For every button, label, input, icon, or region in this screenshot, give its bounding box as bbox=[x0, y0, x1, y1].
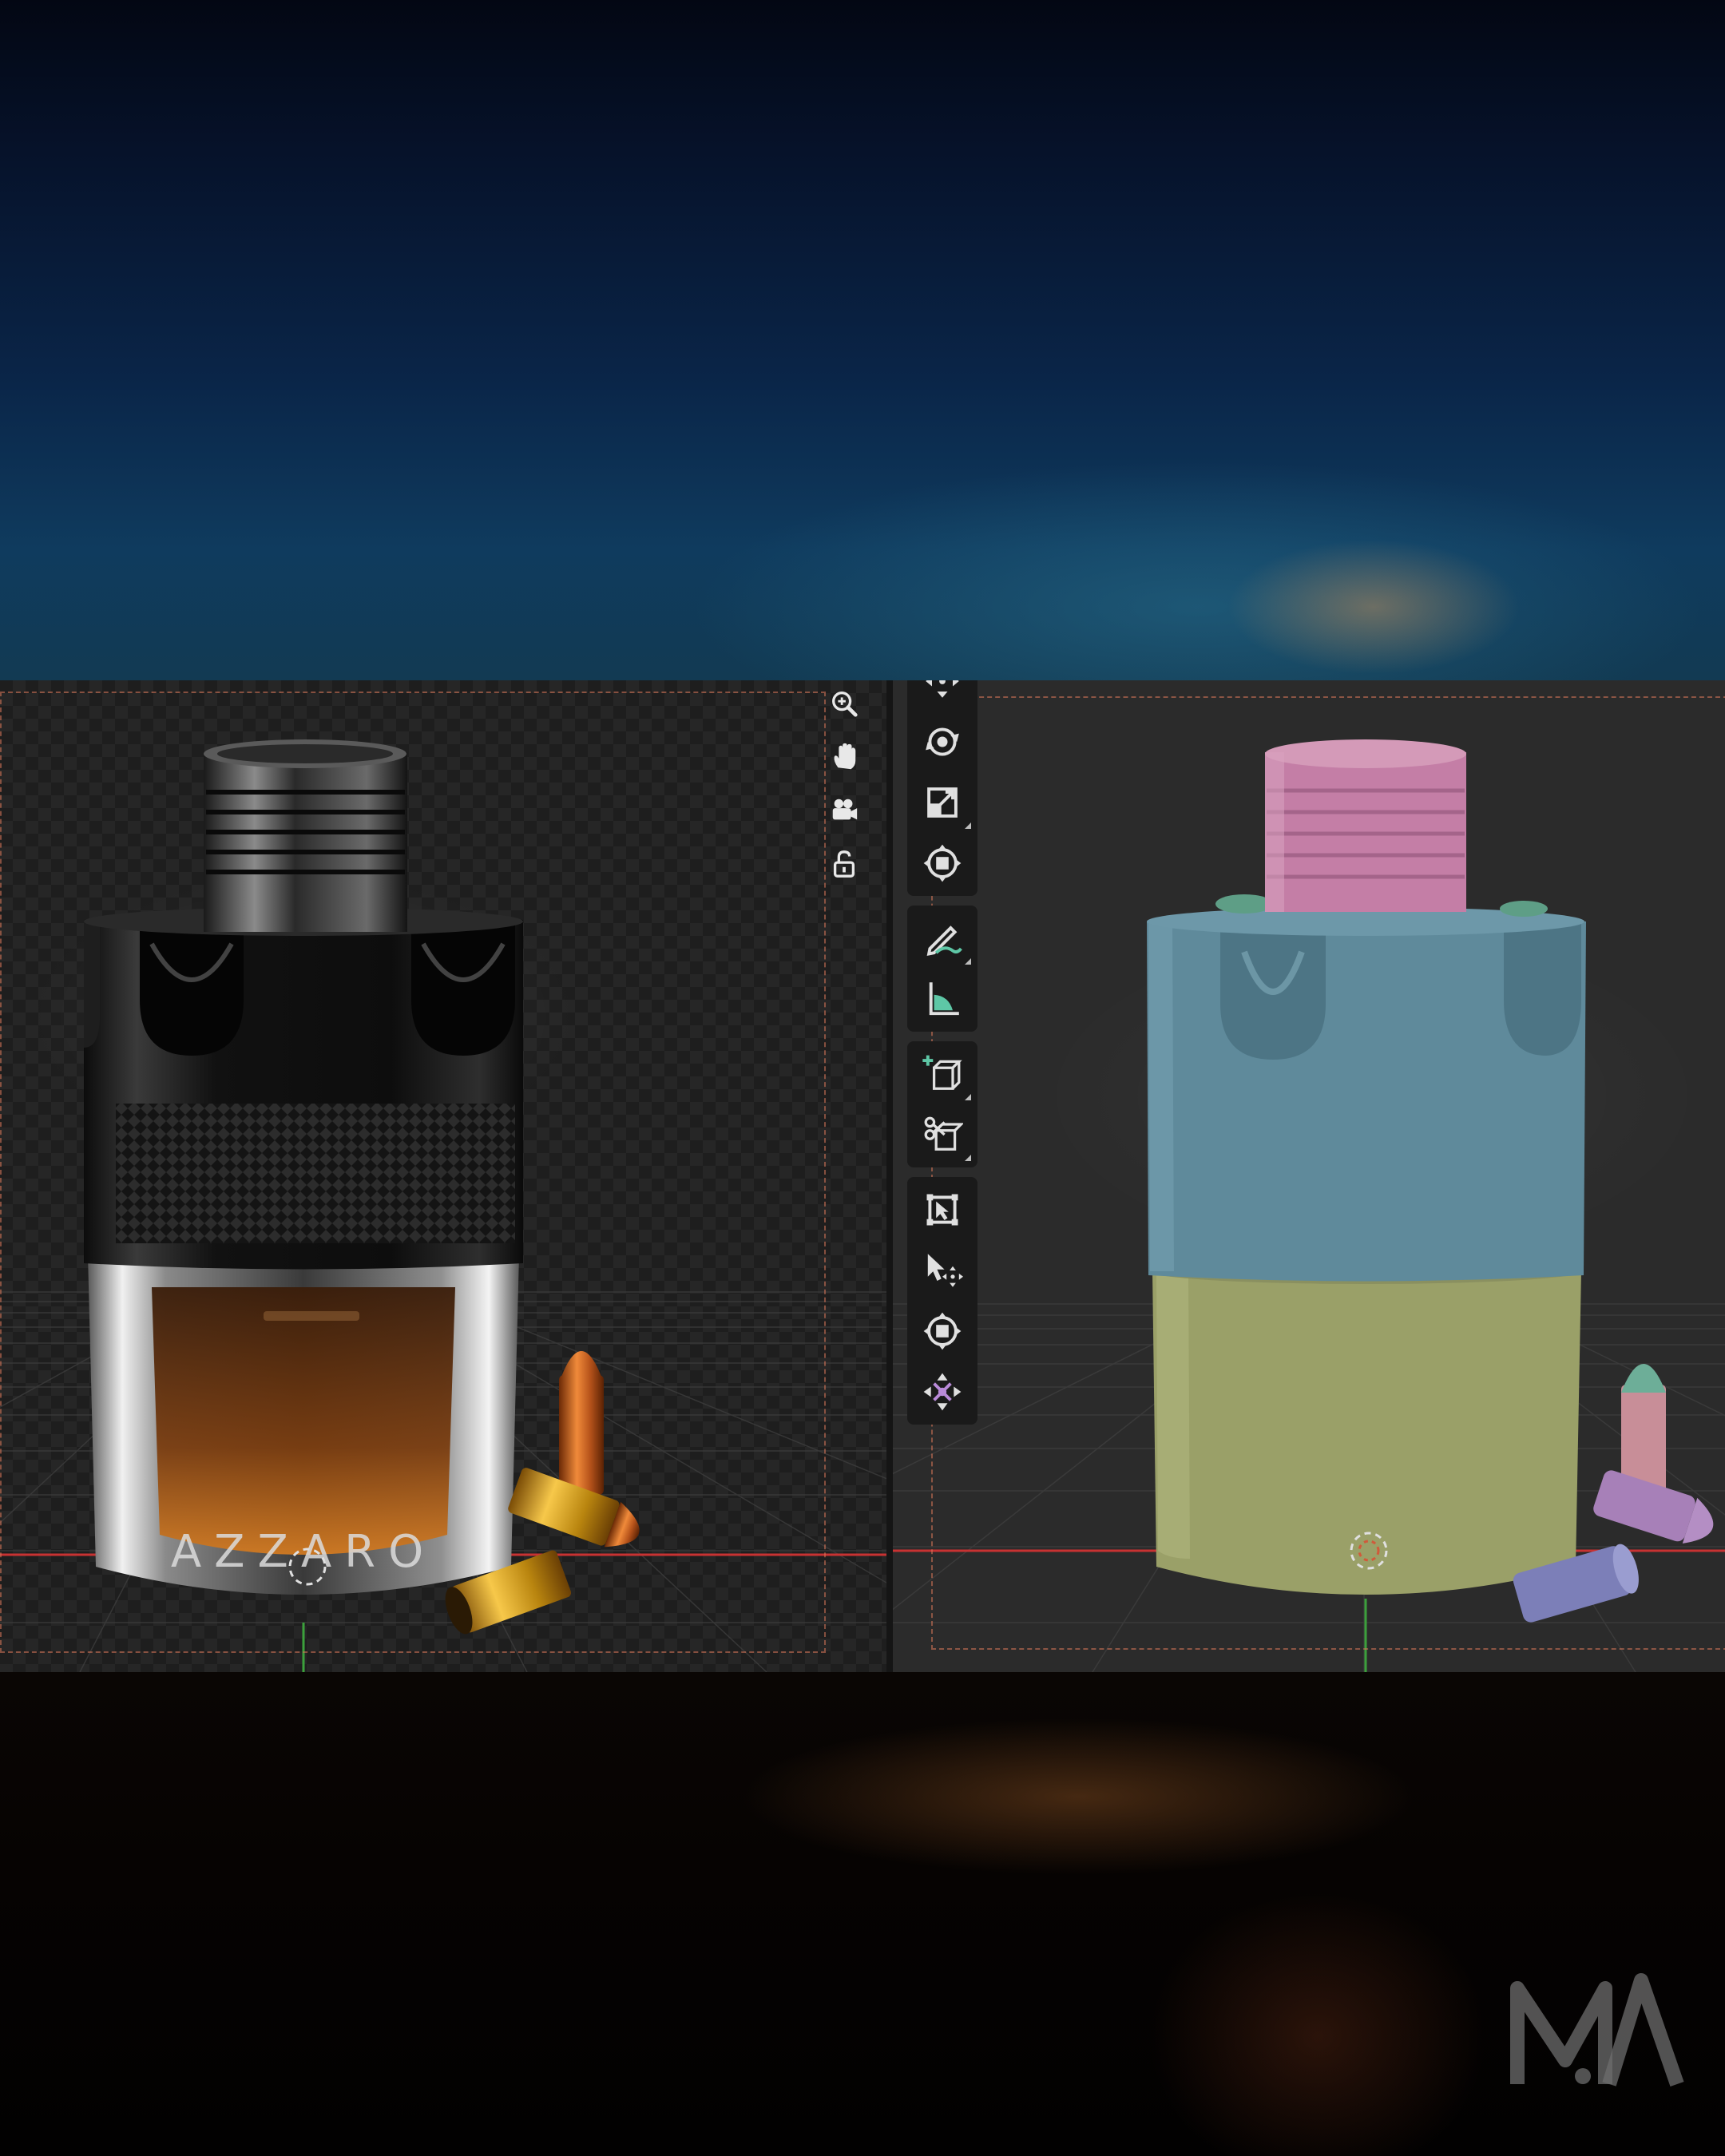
viewport-divider[interactable] bbox=[886, 680, 893, 1672]
knife-icon[interactable] bbox=[910, 1105, 974, 1164]
measure-icon[interactable] bbox=[910, 969, 974, 1028]
move-axes-icon[interactable] bbox=[910, 1362, 974, 1421]
dusk-ground-background bbox=[0, 1669, 1725, 2156]
camera-view-icon[interactable] bbox=[823, 789, 866, 832]
cursor-icon[interactable] bbox=[910, 1241, 974, 1300]
annotate-icon[interactable] bbox=[910, 909, 974, 968]
page: AZZARO bbox=[0, 0, 1725, 2156]
tool-shelf bbox=[907, 680, 978, 1434]
zoom-icon[interactable] bbox=[823, 682, 866, 725]
rotate-icon[interactable] bbox=[910, 712, 974, 771]
camera-frame bbox=[0, 692, 826, 1653]
transform-icon[interactable] bbox=[910, 834, 974, 893]
annotate-tool-group bbox=[907, 906, 978, 1032]
add-tool-group bbox=[907, 1041, 978, 1167]
navigation-gizmo bbox=[823, 682, 874, 896]
rendered-viewport[interactable]: AZZARO bbox=[0, 680, 886, 1672]
select-tool-group bbox=[907, 1177, 978, 1425]
select-box-icon[interactable] bbox=[910, 1180, 974, 1239]
transform-icon-2[interactable] bbox=[910, 1302, 974, 1361]
lock-icon[interactable] bbox=[823, 842, 866, 886]
solid-viewport[interactable] bbox=[893, 680, 1725, 1672]
sky-background bbox=[0, 0, 1725, 687]
move-icon[interactable] bbox=[910, 680, 974, 711]
camera-frame-right bbox=[931, 696, 1725, 1650]
hand-pan-icon[interactable] bbox=[823, 735, 866, 779]
ma-logo-icon bbox=[1510, 1973, 1684, 2087]
add-cube-icon[interactable] bbox=[910, 1044, 974, 1104]
scale-icon[interactable] bbox=[910, 773, 974, 832]
transform-tool-group bbox=[907, 680, 978, 896]
